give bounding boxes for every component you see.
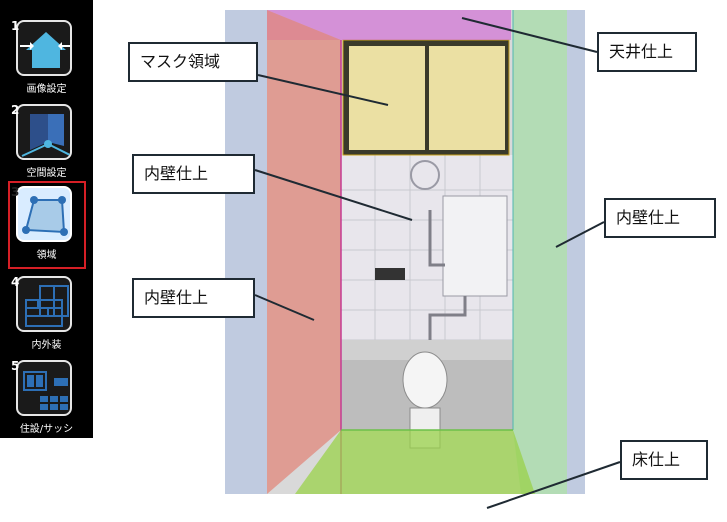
callout-ceiling-finish: 天井仕上	[597, 32, 697, 72]
callout-leaders	[254, 17, 621, 509]
callout-inner-wall-right: 内壁仕上	[604, 198, 716, 238]
callout-mask-region: マスク領域	[128, 42, 258, 82]
callout-inner-wall-left: 内壁仕上	[132, 278, 255, 318]
callout-floor-finish: 床仕上	[620, 440, 708, 480]
callout-inner-wall-center: 内壁仕上	[132, 154, 255, 194]
